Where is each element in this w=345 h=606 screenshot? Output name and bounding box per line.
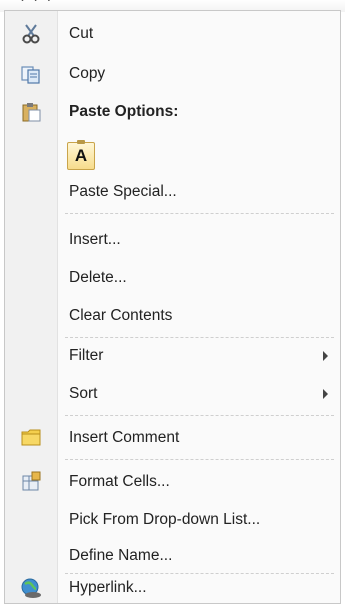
paste-option-button[interactable]: A	[67, 140, 95, 170]
context-menu: Cut Copy Paste Options: A Paste Special.…	[4, 10, 341, 604]
menu-item-label: Pick From Drop-down List...	[69, 511, 261, 528]
cutoff-text: · · ·	[20, 0, 53, 8]
hyperlink-icon	[19, 576, 43, 600]
menu-item-filter[interactable]: Filter	[5, 339, 340, 373]
menu-item-label: Insert Comment	[69, 429, 180, 446]
menu-item-label: Format Cells...	[69, 473, 170, 490]
clipboard-icon	[19, 100, 43, 124]
menu-item-label: Hyperlink...	[69, 579, 147, 596]
menu-item-label: Delete...	[69, 269, 127, 286]
menu-item-label: Filter	[69, 347, 104, 364]
menu-item-label: Paste Special...	[69, 183, 177, 200]
menu-separator	[65, 337, 334, 338]
submenu-arrow-icon	[323, 351, 328, 361]
menu-item-clear-contents[interactable]: Clear Contents	[5, 299, 340, 333]
menu-separator	[65, 415, 334, 416]
menu-item-cut[interactable]: Cut	[5, 17, 340, 51]
menu-separator	[65, 459, 334, 460]
menu-item-label: Sort	[69, 385, 98, 402]
scissors-icon	[19, 22, 43, 46]
menu-item-label: Cut	[69, 25, 94, 42]
menu-item-define-name[interactable]: Define Name...	[5, 539, 340, 573]
comment-icon	[19, 426, 43, 450]
menu-header-paste-options: Paste Options:	[5, 95, 340, 129]
paste-option-glyph: A	[74, 146, 88, 165]
menu-item-label: Clear Contents	[69, 307, 173, 324]
format-cells-icon	[19, 470, 43, 494]
menu-item-pick-from-dropdown-list[interactable]: Pick From Drop-down List...	[5, 503, 340, 537]
menu-item-sort[interactable]: Sort	[5, 377, 340, 411]
menu-item-label: Insert...	[69, 231, 121, 248]
menu-item-paste-special[interactable]: Paste Special...	[5, 175, 340, 209]
menu-item-format-cells[interactable]: Format Cells...	[5, 465, 340, 499]
menu-item-label: Define Name...	[69, 547, 173, 564]
submenu-arrow-icon	[323, 389, 328, 399]
menu-item-label: Copy	[69, 65, 106, 82]
menu-separator	[65, 213, 334, 214]
menu-item-copy[interactable]: Copy	[5, 57, 340, 91]
menu-header-label: Paste Options:	[69, 103, 179, 120]
menu-item-delete[interactable]: Delete...	[5, 261, 340, 295]
menu-item-insert[interactable]: Insert...	[5, 223, 340, 257]
menu-item-hyperlink[interactable]: Hyperlink...	[5, 571, 340, 605]
menu-item-insert-comment[interactable]: Insert Comment	[5, 421, 340, 455]
copy-icon	[19, 62, 43, 86]
